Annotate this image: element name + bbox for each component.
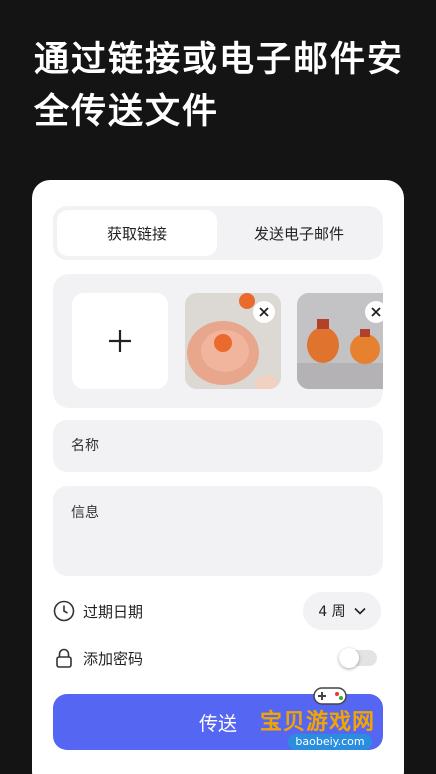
mode-segmented-control: 获取链接 发送电子邮件: [53, 206, 383, 260]
password-toggle[interactable]: [339, 648, 377, 668]
tab-send-email[interactable]: 发送电子邮件: [219, 210, 379, 256]
expiry-label: 过期日期: [83, 602, 144, 621]
remove-attachment-button[interactable]: [365, 301, 383, 323]
expiry-row: 过期日期 4 周: [53, 592, 383, 630]
expiry-value: 4 周: [318, 604, 346, 620]
password-label: 添加密码: [83, 649, 144, 668]
watermark-text: 宝贝游戏网: [260, 710, 376, 735]
clock-icon: [53, 600, 75, 622]
name-field[interactable]: [53, 420, 383, 472]
watermark: 宝贝游戏网 baobeiy.com: [258, 682, 404, 754]
expiry-dropdown[interactable]: 4 周: [303, 592, 381, 630]
headline: 通过链接或电子邮件安全传送文件: [34, 40, 405, 132]
message-field[interactable]: [53, 486, 383, 576]
toggle-knob: [339, 648, 359, 668]
plus-icon: [109, 330, 131, 352]
chevron-down-icon: [354, 607, 366, 615]
watermark-url: baobeiy.com: [288, 734, 372, 750]
password-row: 添加密码: [53, 642, 383, 674]
close-icon: [371, 307, 381, 317]
tab-get-link[interactable]: 获取链接: [57, 210, 217, 256]
attachment-thumbnail[interactable]: [297, 293, 383, 389]
add-file-button[interactable]: [72, 293, 168, 389]
attachment-thumbnail[interactable]: [185, 293, 281, 389]
lock-icon: [56, 648, 72, 668]
attachments-strip: [53, 274, 383, 408]
close-icon: [259, 307, 269, 317]
remove-attachment-button[interactable]: [253, 301, 275, 323]
